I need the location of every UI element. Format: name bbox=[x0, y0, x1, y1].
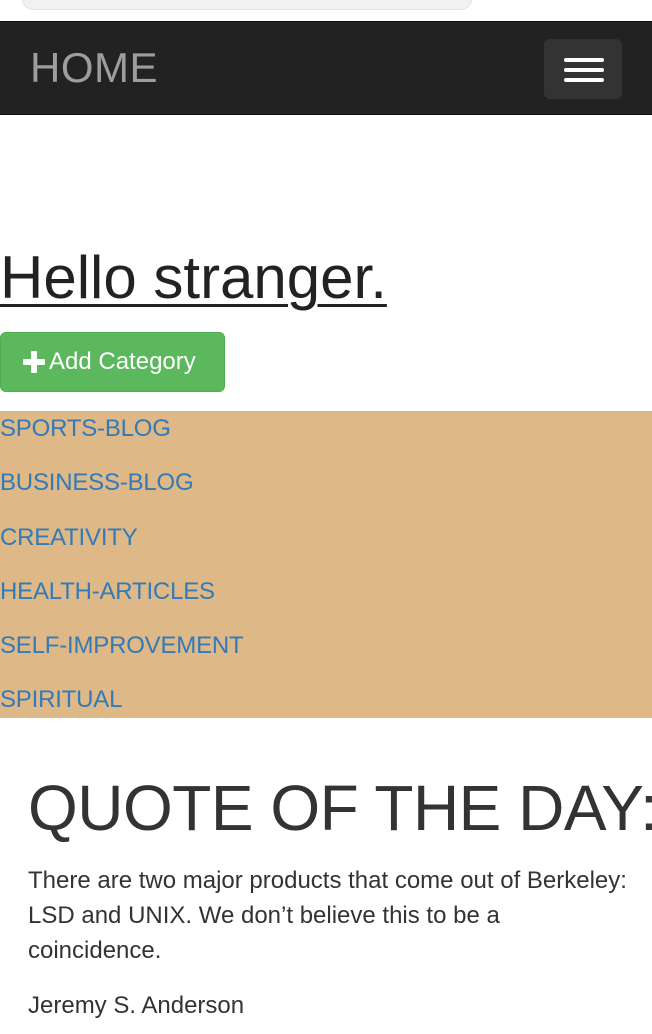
list-item: BUSINESS-BLOG bbox=[0, 465, 652, 519]
list-item: SELF-IMPROVEMENT bbox=[0, 628, 652, 682]
category-link-spiritual[interactable]: SPIRITUAL bbox=[0, 682, 122, 718]
category-link-creativity[interactable]: CREATIVITY bbox=[0, 520, 138, 556]
category-link-self-improvement[interactable]: SELF-IMPROVEMENT bbox=[0, 628, 244, 664]
address-bar-remnant bbox=[22, 0, 472, 10]
list-item: HEALTH-ARTICLES bbox=[0, 574, 652, 628]
category-link-sports-blog[interactable]: SPORTS-BLOG bbox=[0, 411, 171, 447]
category-link-business-blog[interactable]: BUSINESS-BLOG bbox=[0, 465, 194, 501]
home-link[interactable]: HOME bbox=[30, 42, 158, 94]
browser-top-strip bbox=[0, 0, 652, 21]
list-item: CREATIVITY bbox=[0, 520, 652, 574]
quote-title: QUOTE OF THE DAY: bbox=[28, 772, 652, 844]
navbar: HOME bbox=[0, 21, 652, 115]
list-item: SPORTS-BLOG bbox=[0, 411, 652, 465]
add-category-label: Add Category bbox=[49, 348, 196, 375]
plus-icon bbox=[23, 351, 45, 373]
category-list: SPORTS-BLOG BUSINESS-BLOG CREATIVITY HEA… bbox=[0, 411, 652, 718]
list-item: SPIRITUAL bbox=[0, 682, 652, 736]
add-category-button[interactable]: Add Category bbox=[0, 332, 225, 392]
menu-toggle-button[interactable] bbox=[544, 39, 622, 99]
category-link-health-articles[interactable]: HEALTH-ARTICLES bbox=[0, 574, 215, 610]
quote-author: Jeremy S. Anderson bbox=[28, 992, 245, 1019]
quote-text: There are two major products that come o… bbox=[28, 867, 627, 964]
page-title: Hello stranger. bbox=[0, 244, 387, 311]
